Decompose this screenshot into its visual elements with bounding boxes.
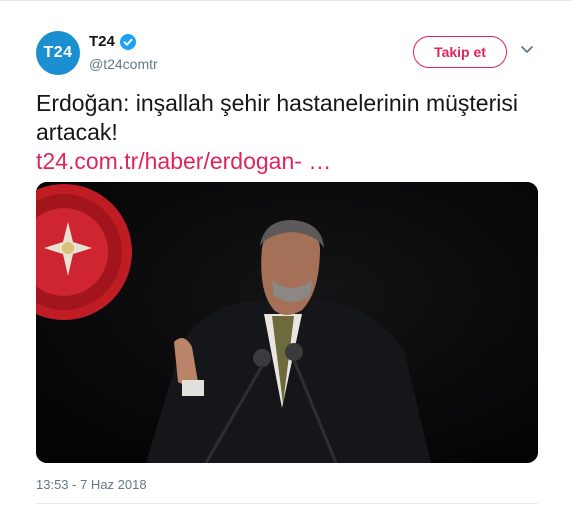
verified-badge-icon	[119, 33, 136, 50]
avatar[interactable]: T24	[36, 31, 80, 75]
avatar-logo-text: T24	[43, 44, 73, 61]
account-name[interactable]: T24	[89, 33, 115, 50]
tweet-text-block: Erdoğan: inşallah şehir hastanelerinin m…	[36, 89, 536, 176]
tweet-link[interactable]: t24.com.tr/haber/erdogan- …	[36, 148, 331, 174]
chevron-down-icon[interactable]	[520, 45, 534, 55]
account-name-row[interactable]: T24	[89, 33, 136, 50]
divider	[36, 503, 538, 504]
account-handle[interactable]: @t24comtr	[89, 56, 158, 72]
follow-button[interactable]: Takip et	[413, 36, 507, 68]
tweet-media-image[interactable]	[36, 182, 538, 463]
photo-speaker-at-podium	[36, 182, 538, 463]
tweet-card: T24 T24 @t24comtr Takip et Erdoğan: inşa…	[0, 0, 572, 507]
tweet-text: Erdoğan: inşallah şehir hastanelerinin m…	[36, 90, 518, 145]
tweet-timestamp[interactable]: 13:53 - 7 Haz 2018	[36, 477, 147, 492]
